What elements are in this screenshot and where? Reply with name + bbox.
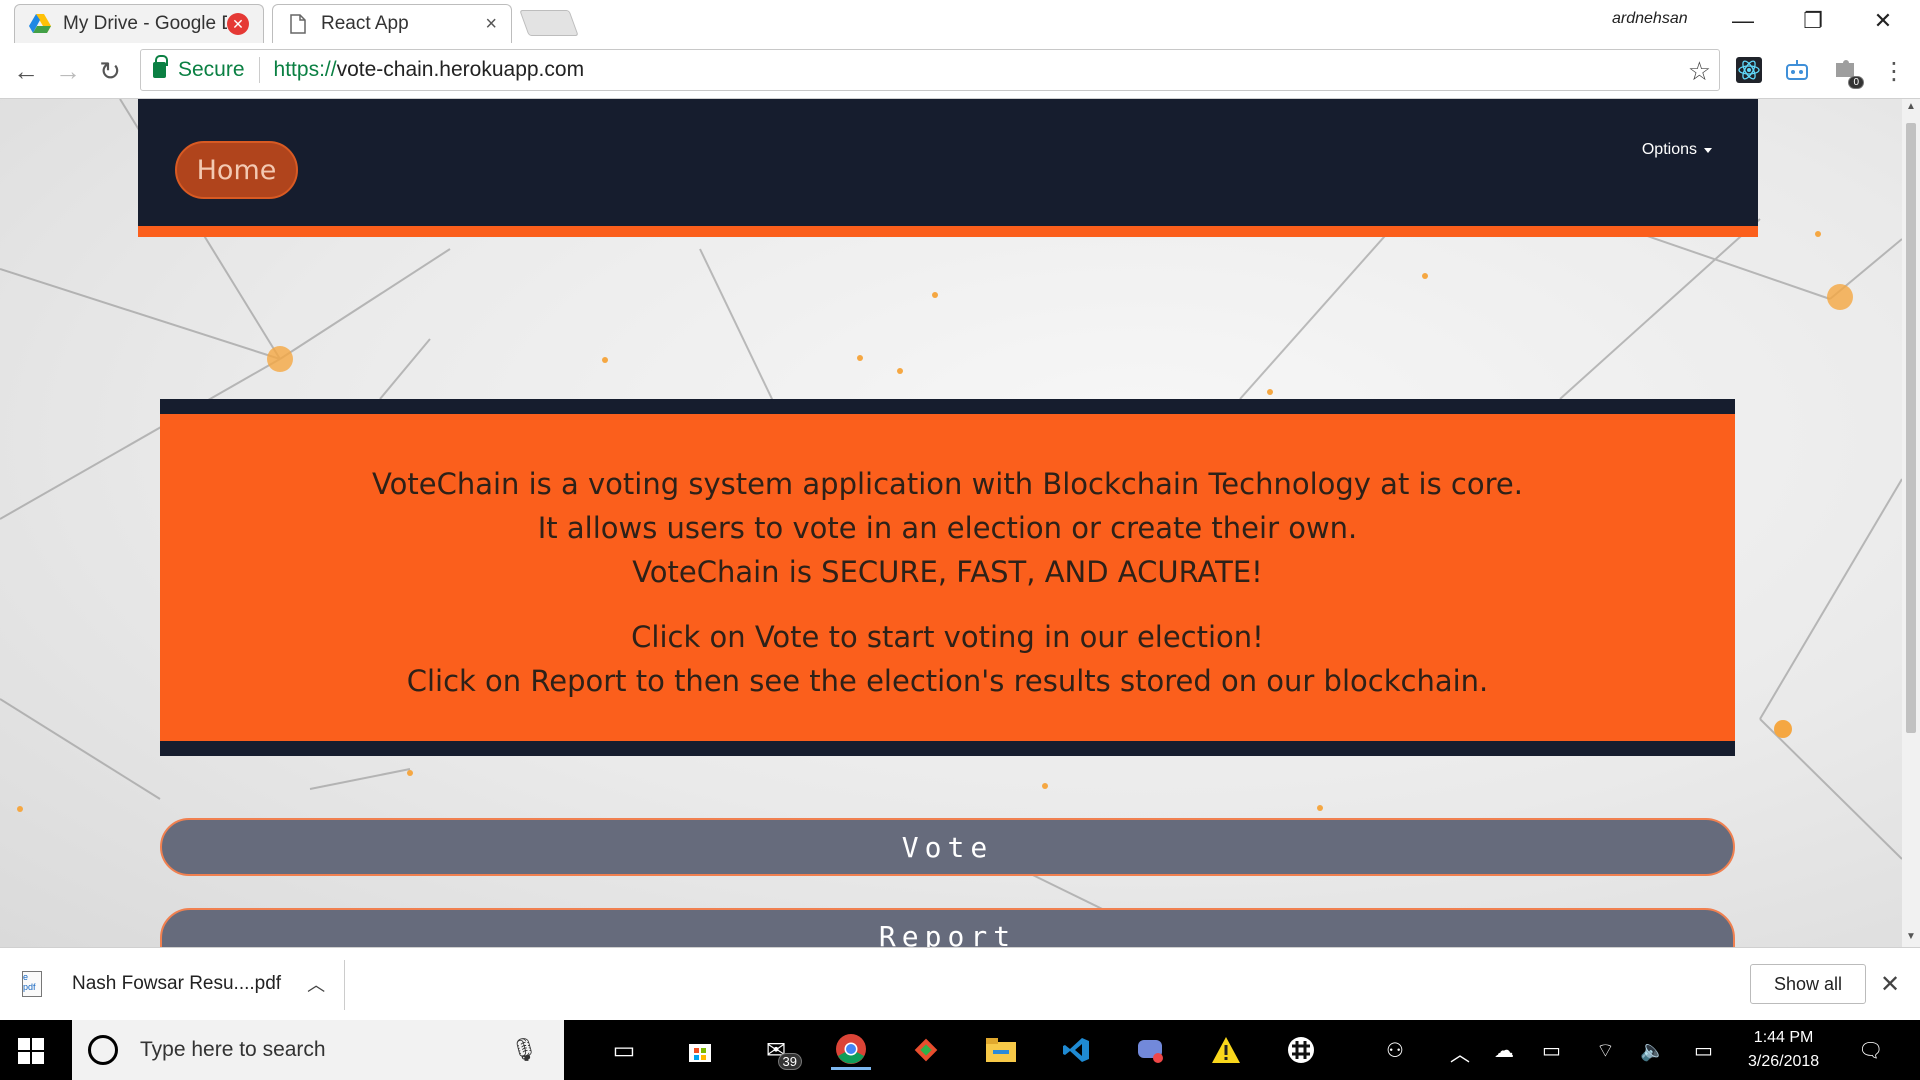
mail-badge: 39	[777, 1053, 802, 1070]
people-icon[interactable]: ⚇	[1386, 1038, 1404, 1063]
show-all-button[interactable]: Show all	[1750, 964, 1866, 1004]
chevron-up-icon[interactable]: ︿	[307, 971, 325, 997]
lock-icon	[153, 55, 168, 78]
intro-line: VoteChain is a voting system application…	[372, 467, 1523, 501]
battery-icon[interactable]: ▭	[1542, 1038, 1561, 1063]
slack-icon[interactable]	[1281, 1030, 1321, 1070]
bookmark-star-icon[interactable]: ☆	[1688, 56, 1711, 87]
address-bar[interactable]: Secure https:// vote-chain.herokuapp.com…	[140, 49, 1720, 91]
minimize-icon[interactable]: —	[1714, 0, 1772, 42]
app-navbar: Home Options	[138, 99, 1758, 237]
options-label: Options	[1641, 141, 1697, 158]
react-devtools-icon[interactable]	[1734, 55, 1764, 85]
search-placeholder: Type here to search	[140, 1038, 326, 1061]
home-button[interactable]: Home	[175, 141, 298, 199]
secure-label: Secure	[178, 58, 245, 81]
security-indicator[interactable]: Secure	[141, 55, 260, 83]
microphone-icon[interactable]: 🎙	[510, 1037, 538, 1063]
url-host: vote-chain.herokuapp.com	[336, 58, 585, 81]
cortana-icon[interactable]	[88, 1035, 118, 1065]
git-kraken-icon[interactable]	[906, 1030, 946, 1070]
windows-start-icon[interactable]	[18, 1038, 44, 1064]
clock-time: 1:44 PM	[1753, 1029, 1814, 1046]
close-window-icon[interactable]: ✕	[1854, 0, 1912, 42]
options-dropdown[interactable]: Options	[1642, 141, 1712, 159]
new-tab-button[interactable]	[519, 10, 579, 36]
page-viewport: Home Options VoteChain is a voting syste…	[0, 99, 1902, 947]
scroll-up-icon[interactable]: ▲	[1905, 101, 1917, 112]
tab-close-error-icon[interactable]: ✕	[227, 13, 249, 35]
windows-taskbar: Type here to search 🎙 ▭ ✉ 39 ⚇ ︿ ☁ ▭ ⌔ 🔈…	[0, 1020, 1920, 1080]
report-button[interactable]: Report	[160, 908, 1735, 947]
back-arrow-icon[interactable]: ←	[8, 53, 44, 89]
pdf-file-icon: e pdf	[22, 971, 42, 997]
intro-paragraph: VoteChain is a voting system application…	[160, 462, 1735, 594]
warning-app-icon[interactable]	[1206, 1030, 1246, 1070]
tab-title: React App	[321, 13, 409, 34]
tab-title: My Drive - Google D	[63, 13, 227, 34]
vscode-icon[interactable]	[1056, 1030, 1096, 1070]
url-scheme: https://	[273, 58, 337, 81]
discord-icon[interactable]	[1131, 1030, 1171, 1070]
download-item[interactable]: e pdf Nash Fowsar Resu....pdf ︿	[22, 964, 325, 1004]
tab-close-icon[interactable]: ×	[485, 13, 497, 36]
google-drive-icon	[29, 13, 51, 35]
store-icon[interactable]	[680, 1030, 720, 1070]
scrollbar-thumb[interactable]	[1906, 123, 1916, 733]
robot-extension-icon[interactable]	[1782, 55, 1812, 85]
caret-down-icon	[1704, 147, 1712, 153]
browser-toolbar: ← → ↻ Secure https:// vote-chain.herokua…	[0, 43, 1920, 99]
scroll-down-icon[interactable]: ▼	[1905, 931, 1917, 942]
puzzle-extension-icon[interactable]: 0	[1830, 55, 1864, 89]
download-file-name: Nash Fowsar Resu....pdf	[72, 973, 282, 994]
reload-icon[interactable]: ↻	[92, 53, 128, 89]
instructions-paragraph: Click on Vote to start voting in our ele…	[160, 615, 1735, 703]
instruction-line: Click on Vote to start voting in our ele…	[631, 620, 1264, 654]
wifi-icon[interactable]: ⌔	[1596, 1038, 1615, 1063]
download-divider	[344, 960, 345, 1010]
clock-date: 3/26/2018	[1748, 1053, 1820, 1070]
onedrive-icon[interactable]: ☁	[1494, 1038, 1514, 1063]
chrome-menu-icon[interactable]: ⋮	[1876, 53, 1912, 89]
tab-my-drive[interactable]: My Drive - Google D ✕	[14, 4, 264, 43]
keyboard-icon[interactable]: ▭	[1694, 1038, 1713, 1063]
task-view-icon[interactable]: ▭	[604, 1030, 644, 1070]
action-center-icon[interactable]: 🗨	[1858, 1038, 1883, 1063]
intro-line: It allows users to vote in an election o…	[537, 511, 1358, 545]
profile-name[interactable]: ardnehsan	[1612, 10, 1688, 28]
chevron-up-icon[interactable]: ︿	[1450, 1038, 1470, 1067]
forward-arrow-icon[interactable]: →	[50, 53, 86, 89]
info-banner: VoteChain is a voting system application…	[160, 399, 1735, 756]
system-clock[interactable]: 1:44 PM 3/26/2018	[1748, 1026, 1819, 1074]
vote-button[interactable]: Vote	[160, 818, 1735, 876]
tab-react-app[interactable]: React App ×	[272, 4, 512, 43]
restore-icon[interactable]: ❐	[1784, 0, 1842, 42]
page-scrollbar[interactable]: ▲ ▼	[1902, 99, 1920, 947]
page-icon	[287, 13, 309, 35]
instruction-line: Click on Report to then see the election…	[406, 664, 1489, 698]
close-download-shelf-icon[interactable]: ✕	[1880, 970, 1900, 999]
download-shelf: e pdf Nash Fowsar Resu....pdf ︿ Show all…	[0, 947, 1920, 1020]
taskbar-search-box[interactable]: Type here to search 🎙	[72, 1020, 564, 1080]
volume-icon[interactable]: 🔈	[1640, 1038, 1665, 1063]
file-explorer-icon[interactable]	[981, 1030, 1021, 1070]
browser-tab-strip: My Drive - Google D ✕ React App × ardneh…	[0, 0, 1920, 43]
intro-line: VoteChain is SECURE, FAST, AND ACURATE!	[632, 555, 1263, 589]
mail-icon[interactable]: ✉ 39	[756, 1030, 802, 1070]
chrome-icon[interactable]	[831, 1030, 871, 1070]
extension-badge: 0	[1848, 76, 1864, 89]
